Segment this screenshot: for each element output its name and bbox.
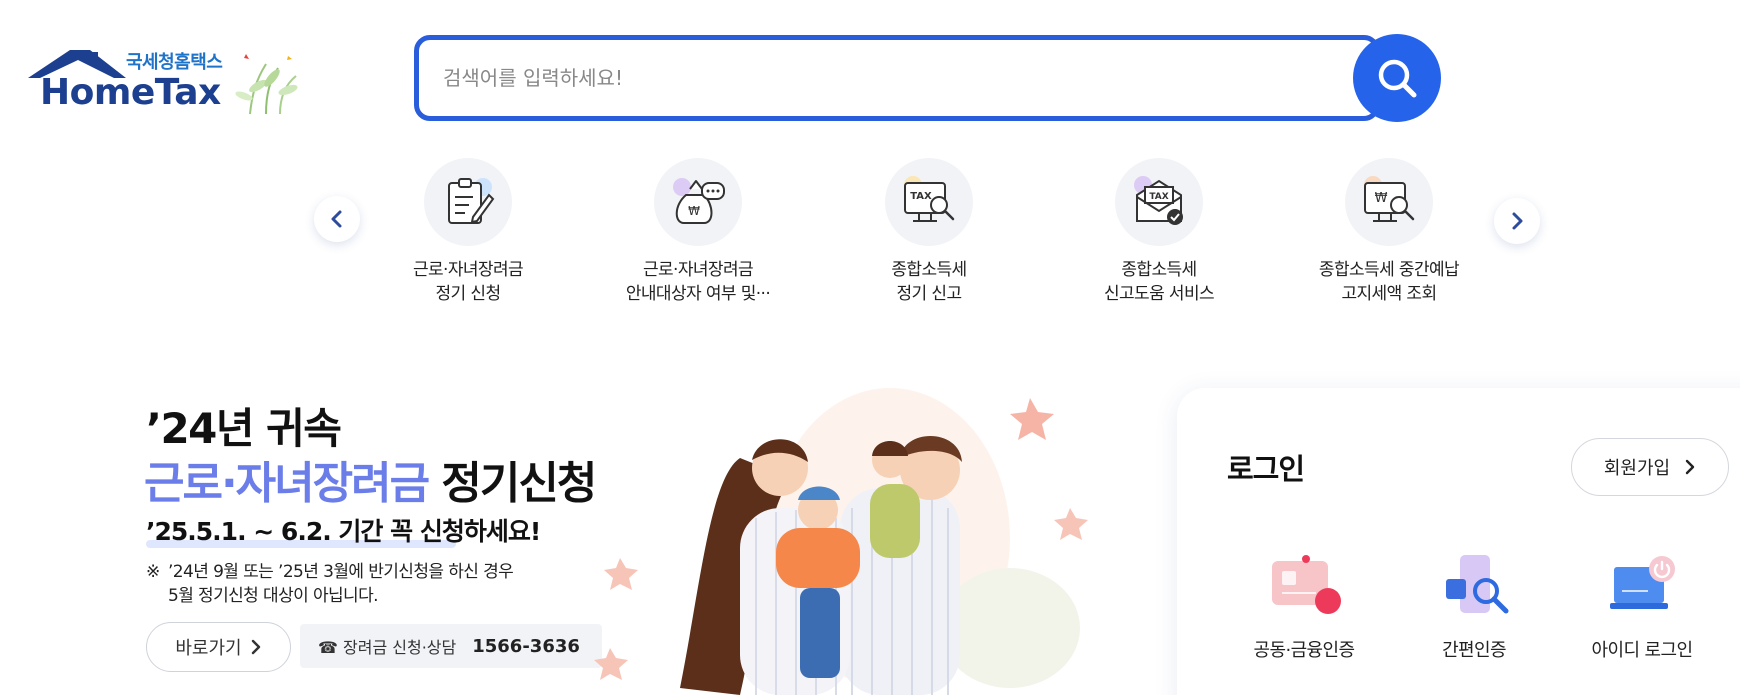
search-box bbox=[414, 35, 1380, 121]
chevron-left-icon bbox=[331, 210, 342, 228]
go-button-label: 바로가기 bbox=[175, 638, 242, 659]
quick-item-line1: 근로·자녀장려금 bbox=[642, 260, 754, 280]
chevron-right-icon bbox=[1685, 459, 1695, 475]
signup-button[interactable]: 회원가입 bbox=[1571, 438, 1729, 496]
note-line1: ’24년 9월 또는 ’25년 3월에 반기신청을 하신 경우 bbox=[168, 562, 514, 582]
login-option-certificate[interactable]: 공동·금융인증 bbox=[1229, 550, 1379, 662]
login-option-label: 아이디 로그인 bbox=[1591, 640, 1693, 661]
logo-subtitle: 국세청홈택스 bbox=[126, 52, 223, 73]
quick-item-line2: 신고도움 서비스 bbox=[1103, 284, 1215, 304]
banner-period: ’25.5.1. ~ 6.2. 기간 꼭 신청하세요! bbox=[146, 517, 541, 546]
svg-text:TAX: TAX bbox=[910, 191, 932, 202]
quick-item-line1: 종합소득세 bbox=[891, 260, 967, 280]
svg-text:₩: ₩ bbox=[1375, 191, 1388, 206]
login-title: 로그인 bbox=[1227, 452, 1305, 486]
quick-item-line1: 근로·자녀장려금 bbox=[412, 260, 524, 280]
plant-icon bbox=[235, 54, 298, 115]
quick-item-line2: 정기 신고 bbox=[896, 284, 963, 304]
quick-item-income-tax-filing[interactable]: TAX 종합소득세 정기 신고 bbox=[829, 158, 1029, 306]
login-option-simple-auth[interactable]: 간편인증 bbox=[1399, 550, 1549, 662]
certificate-card-icon bbox=[1264, 550, 1344, 622]
quick-item-line2: 안내대상자 여부 및··· bbox=[625, 284, 771, 304]
contact-label: ☎ 장려금 신청·상담 bbox=[318, 638, 457, 657]
login-panel: 로그인 회원가입 공동·금융인증 간편인증 아이디 로그인 bbox=[1177, 388, 1740, 695]
won-monitor-search-icon: ₩ bbox=[1345, 158, 1433, 246]
banner-title: 근로·자녀장려금 정기신청 bbox=[144, 447, 597, 511]
quick-menu-next-button[interactable] bbox=[1494, 198, 1540, 244]
banner-title-highlight: 근로·자녀장려금 bbox=[144, 458, 430, 509]
search-icon bbox=[1378, 59, 1417, 98]
login-option-id-login[interactable]: 아이디 로그인 bbox=[1567, 550, 1717, 662]
hometax-page: 국세청홈택스 HomeTax 검색어를 입력하세요! 근로·자녀장려금 정기 신… bbox=[0, 0, 1740, 695]
login-option-label: 공동·금융인증 bbox=[1253, 640, 1355, 661]
contact-number: 1566-3636 bbox=[472, 635, 580, 657]
search-input[interactable] bbox=[443, 60, 1343, 96]
family-illustration bbox=[594, 388, 1088, 695]
quick-item-income-tax-help[interactable]: TAX 종합소득세 신고도움 서비스 bbox=[1059, 158, 1259, 306]
quick-item-earned-income-eligibility[interactable]: ₩ 근로·자녀장려금 안내대상자 여부 및··· bbox=[598, 158, 798, 306]
svg-text:₩: ₩ bbox=[688, 204, 700, 218]
tax-monitor-search-icon: TAX bbox=[885, 158, 973, 246]
note-line2: 5월 정기신청 대상이 아닙니다. bbox=[168, 586, 379, 606]
quick-menu-prev-button[interactable] bbox=[314, 196, 360, 242]
laptop-power-icon bbox=[1602, 550, 1682, 622]
contact-info: ☎ 장려금 신청·상담 1566-3636 bbox=[300, 624, 602, 668]
logo-title: HomeTax bbox=[40, 72, 221, 113]
go-button[interactable]: 바로가기 bbox=[146, 622, 291, 672]
quick-item-line2: 정기 신청 bbox=[435, 284, 502, 304]
banner-note: ※ ’24년 9월 또는 ’25년 3월에 반기신청을 하신 경우 5월 정기신청… bbox=[146, 560, 586, 608]
note-mark: ※ bbox=[146, 562, 160, 582]
chevron-right-icon bbox=[251, 639, 260, 655]
banner-title-rest: 정기신청 bbox=[428, 458, 597, 509]
quick-item-earned-income-regular[interactable]: 근로·자녀장려금 정기 신청 bbox=[368, 158, 568, 306]
signup-button-label: 회원가입 bbox=[1603, 458, 1671, 479]
clipboard-pen-icon bbox=[424, 158, 512, 246]
hometax-logo[interactable]: 국세청홈택스 HomeTax bbox=[26, 44, 306, 116]
quick-item-line1: 종합소득세 bbox=[1121, 260, 1197, 280]
quick-item-line1: 종합소득세 중간예납 bbox=[1318, 260, 1460, 280]
chevron-right-icon bbox=[1512, 212, 1523, 230]
phone-magnifier-icon bbox=[1434, 550, 1514, 622]
quick-item-interim-tax-lookup[interactable]: ₩ 종합소득세 중간예납 고지세액 조회 bbox=[1289, 158, 1489, 306]
svg-text:TAX: TAX bbox=[1149, 192, 1168, 202]
tax-envelope-check-icon: TAX bbox=[1115, 158, 1203, 246]
money-bag-chat-icon: ₩ bbox=[654, 158, 742, 246]
quick-item-line2: 고지세액 조회 bbox=[1341, 284, 1437, 304]
search-button[interactable] bbox=[1353, 34, 1441, 122]
login-option-label: 간편인증 bbox=[1442, 640, 1506, 661]
